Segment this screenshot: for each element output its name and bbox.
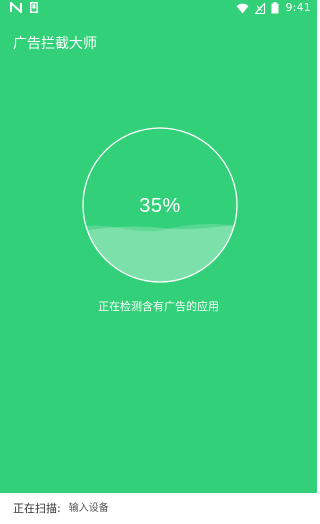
scan-status-caption: 正在检测含有广告的应用 bbox=[98, 300, 219, 313]
scan-panel: 9:41 广告拦截大师 35% 正在检测含有广告的应用 bbox=[0, 0, 317, 493]
progress-wave-fill bbox=[83, 225, 237, 282]
progress-gauge: 35% bbox=[82, 127, 238, 283]
status-right-icons: 9:41 bbox=[236, 1, 311, 15]
scan-label: 正在扫描: bbox=[13, 501, 61, 515]
scan-target: 输入设备 bbox=[68, 502, 109, 514]
status-left-icons bbox=[10, 2, 38, 13]
notification-icon bbox=[30, 2, 38, 13]
page-title: 广告拦截大师 bbox=[13, 36, 97, 52]
status-bar: 9:41 bbox=[0, 0, 317, 17]
battery-icon bbox=[271, 2, 279, 14]
scan-footer: 正在扫描: 输入设备 bbox=[0, 493, 317, 524]
progress-percent: 35% bbox=[139, 195, 181, 217]
status-time: 9:41 bbox=[285, 1, 311, 14]
wifi-icon bbox=[236, 3, 249, 13]
n-icon bbox=[10, 2, 22, 13]
app-screen: 9:41 广告拦截大师 35% 正在检测含有广告的应用 正在扫描: 输入设备 bbox=[0, 0, 317, 524]
signal-icon bbox=[255, 2, 266, 14]
